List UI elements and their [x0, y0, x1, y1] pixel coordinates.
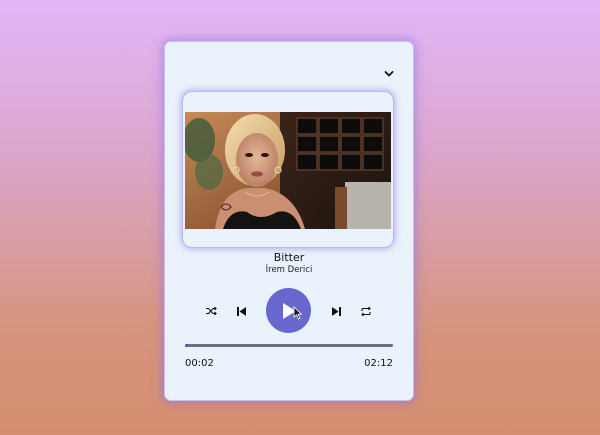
previous-button[interactable] — [233, 303, 249, 319]
artist-name: İrem Derici — [265, 265, 313, 275]
repeat-icon — [361, 306, 371, 316]
music-player-card: Bitter İrem Derici 00:02 02:12 — [165, 42, 413, 400]
current-time: 00:02 — [185, 358, 214, 369]
chevron-down-icon — [384, 71, 394, 77]
skip-previous-icon — [236, 306, 246, 316]
collapse-button[interactable] — [383, 68, 395, 80]
shuffle-icon — [206, 306, 217, 316]
skip-next-icon — [331, 306, 341, 316]
song-title: Bitter — [273, 251, 305, 264]
total-time: 02:12 — [364, 358, 393, 369]
progress-bar[interactable] — [185, 344, 393, 347]
album-cover — [185, 112, 391, 229]
mouse-cursor-icon — [293, 306, 303, 320]
album-cover-frame — [183, 92, 393, 247]
play-button[interactable] — [266, 288, 311, 333]
repeat-button[interactable] — [358, 303, 374, 319]
next-button[interactable] — [328, 303, 344, 319]
progress-fill — [185, 344, 189, 347]
playback-controls — [165, 288, 413, 334]
shuffle-button[interactable] — [203, 303, 219, 319]
